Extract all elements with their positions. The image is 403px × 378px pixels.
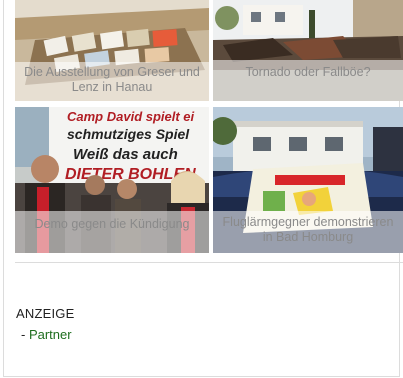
teaser-tile-exhibition[interactable]: Die Ausstellung von Greser und Lenz in H… bbox=[15, 0, 209, 101]
ad-label: ANZEIGE bbox=[16, 306, 75, 321]
partner-link[interactable]: Partner bbox=[29, 327, 72, 342]
partner-line: - Partner bbox=[21, 327, 72, 342]
teaser-caption[interactable]: Fluglärmgegner demonstrieren in Bad Homb… bbox=[213, 211, 403, 253]
teaser-tile-demo[interactable]: Camp David spielt ei schmutziges Spiel W… bbox=[15, 107, 209, 253]
teaser-caption[interactable]: Tornado oder Fallböe? bbox=[213, 60, 403, 101]
banner-text-3: Weiß das auch bbox=[73, 146, 178, 163]
teaser-tile-tornado[interactable]: Tornado oder Fallböe? bbox=[213, 0, 403, 101]
teaser-caption[interactable]: Demo gegen die Kündigung bbox=[15, 211, 209, 253]
teaser-tile-aircraft-noise[interactable]: Fluglärmgegner demonstrieren in Bad Homb… bbox=[213, 107, 403, 253]
banner-text-1: Camp David spielt ei bbox=[67, 109, 195, 124]
teaser-caption[interactable]: Die Ausstellung von Greser und Lenz in H… bbox=[15, 62, 209, 101]
section-divider bbox=[15, 262, 403, 263]
partner-dash: - bbox=[21, 327, 29, 342]
banner-text-2: schmutziges Spiel bbox=[67, 126, 190, 142]
